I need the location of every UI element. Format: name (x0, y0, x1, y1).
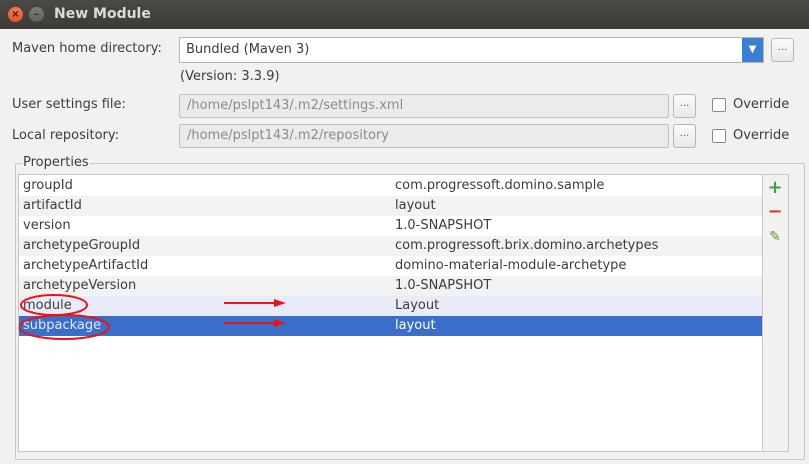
maven-home-label: Maven home directory: (12, 41, 162, 56)
user-settings-browse-button[interactable]: ... (673, 94, 696, 118)
maven-home-value: Bundled (Maven 3) (186, 42, 310, 57)
add-icon[interactable]: + (763, 177, 787, 198)
properties-table: groupId com.progressoft.domino.sample ar… (18, 174, 763, 452)
title-bar: × – New Module (0, 0, 809, 29)
close-icon[interactable]: × (8, 7, 23, 22)
minimize-icon[interactable]: – (29, 7, 44, 22)
user-settings-field[interactable]: /home/pslpt143/.m2/settings.xml (179, 94, 669, 118)
window-title: New Module (54, 6, 151, 22)
remove-icon[interactable]: − (763, 201, 787, 222)
annotation-overlay (19, 294, 286, 340)
properties-title: Properties (22, 155, 90, 170)
user-settings-override-checkbox[interactable] (712, 98, 726, 112)
maven-home-combo[interactable]: Bundled (Maven 3) ▼ (179, 37, 764, 63)
local-repository-value: /home/pslpt143/.m2/repository (187, 128, 389, 143)
local-repository-label: Local repository: (12, 128, 119, 143)
edit-icon[interactable]: ✎ (763, 229, 787, 245)
maven-version-label: (Version: 3.3.9) (180, 69, 280, 84)
annotation-circle-subpackage (19, 314, 110, 340)
local-repository-override-label[interactable]: Override (733, 128, 789, 143)
properties-toolbar: + − ✎ (763, 174, 789, 452)
chevron-down-icon[interactable]: ▼ (742, 38, 763, 62)
user-settings-override-label[interactable]: Override (733, 97, 789, 112)
local-repository-override-checkbox[interactable] (712, 129, 726, 143)
annotation-arrowhead-subpackage (274, 319, 286, 327)
local-repository-field[interactable]: /home/pslpt143/.m2/repository (179, 124, 669, 148)
local-repository-browse-button[interactable]: ... (673, 124, 696, 148)
user-settings-label: User settings file: (12, 97, 126, 112)
maven-home-browse-button[interactable]: ... (771, 38, 794, 62)
annotation-arrowhead-module (274, 299, 286, 307)
annotation-circle-module (20, 294, 88, 316)
user-settings-value: /home/pslpt143/.m2/settings.xml (187, 98, 404, 113)
